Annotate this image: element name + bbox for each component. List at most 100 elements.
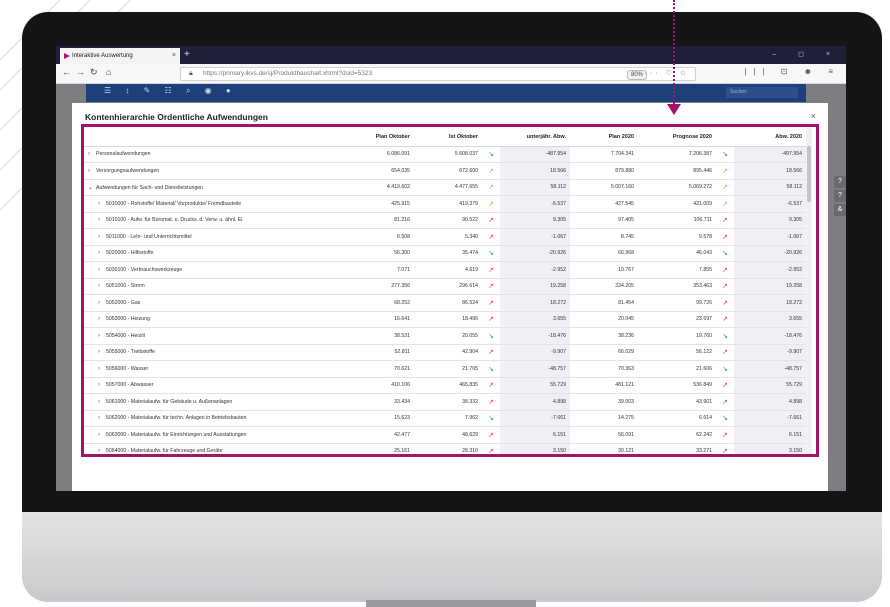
app-search-input[interactable]: Suchen xyxy=(726,87,798,98)
chevron-right-icon[interactable]: › xyxy=(98,382,106,388)
chevron-right-icon[interactable]: › xyxy=(88,151,96,157)
tab-close-icon[interactable]: × xyxy=(172,48,176,64)
chevron-right-icon[interactable]: › xyxy=(98,333,106,339)
trend-up-icon: ↗ xyxy=(482,294,500,312)
home-icon[interactable]: ⌂ xyxy=(106,67,111,77)
abw-year-cell: 18.272 xyxy=(734,294,806,312)
back-icon[interactable]: ← xyxy=(62,67,71,77)
chevron-right-icon[interactable]: › xyxy=(98,349,106,355)
side-tab-help-1[interactable]: ? xyxy=(834,176,846,188)
window-controls[interactable]: – ◻ × xyxy=(772,46,840,64)
account-name: 5051000 - Strom xyxy=(106,283,145,290)
table-row[interactable]: › 5055000 - Treibstoffe 52.811 42.904 ↗ -9.90… xyxy=(84,344,806,361)
table-row[interactable]: › 5056000 - Wasser 70.621 21.765 ↘ -48.757 70.… xyxy=(84,360,806,378)
new-tab-button[interactable]: + xyxy=(184,46,190,64)
close-icon[interactable]: × xyxy=(811,111,816,121)
column-header-unterjaehr-abw[interactable]: unterjähr. Abw. xyxy=(500,128,570,147)
table-row[interactable]: › 5010100 - Aufw. für Büromat. u. Drucks.… xyxy=(84,212,806,229)
chevron-right-icon[interactable]: › xyxy=(98,366,106,372)
column-header-prognose-2020[interactable]: Prognose 2020 xyxy=(638,128,716,147)
abw-year-cell: -20.926 xyxy=(734,245,806,262)
ist-cell: 5.340 xyxy=(414,228,482,246)
table-row[interactable]: › Personalaufwendungen 6.086.091 5.608.037 ↘… xyxy=(84,146,806,163)
column-header-plan-2020[interactable]: Plan 2020 xyxy=(570,128,638,147)
table-scrollbar[interactable] xyxy=(806,128,812,456)
column-header-plan-oktober[interactable]: Plan Oktober xyxy=(346,128,414,147)
ist-cell: 90.522 xyxy=(414,212,482,229)
table-row[interactable]: › 5052000 - Gas 68.252 86.524 ↗ 18.272 81.454 9… xyxy=(84,294,806,312)
table-row[interactable]: › 5062000 - Materialaufw. für techn. Anla… xyxy=(84,410,806,427)
scrollbar-thumb[interactable] xyxy=(807,146,811,202)
ist-cell: 18.496 xyxy=(414,311,482,328)
chevron-right-icon[interactable]: › xyxy=(98,432,106,438)
plan-cell: 425.915 xyxy=(346,195,414,213)
hierarchy-modal: Kontenhierarchie Ordentliche Aufwendunge… xyxy=(72,103,828,491)
ist-cell: 7.962 xyxy=(414,410,482,427)
chevron-right-icon[interactable]: › xyxy=(88,168,96,174)
plan-year-cell: 38.236 xyxy=(570,327,638,345)
chevron-down-icon[interactable]: ⌄ xyxy=(88,184,96,191)
chevron-right-icon[interactable]: › xyxy=(98,217,106,223)
table-row[interactable]: › 5053000 - Heizung 16.641 18.496 ↗ 3.655 20.0… xyxy=(84,311,806,328)
table-row[interactable]: › 5030100 - Verbrauchswerkzeuge 7.071 4.619… xyxy=(84,261,806,279)
table-row[interactable]: › 5051000 - Strom 277.356 296.614 ↗ 19.258 334… xyxy=(84,278,806,295)
url-actions-icons[interactable]: ··· ♡ ☆ xyxy=(645,68,689,80)
app-toolbar: ☰ ↕ ✎ ☷ ⌕ ◉ ● Suchen xyxy=(86,84,806,102)
plan-year-cell: 5.007.160 xyxy=(570,179,638,196)
modal-title: Kontenhierarchie Ordentliche Aufwendunge… xyxy=(85,112,268,122)
url-text: https://primary.ikvs.de/sj/Produkthausha… xyxy=(203,70,373,77)
reload-icon[interactable]: ↻ xyxy=(90,67,98,78)
forward-icon[interactable]: → xyxy=(76,67,85,77)
table-row[interactable]: › Versorgungsaufwendungen 654.035 672.600 ↗ 1… xyxy=(84,162,806,180)
trend-flat-icon: ↗ xyxy=(716,195,734,213)
account-name: 5052000 - Gas xyxy=(106,299,141,306)
chevron-right-icon[interactable]: › xyxy=(98,267,106,273)
app-toolbar-icons[interactable]: ☰ ↕ ✎ ☷ ⌕ ◉ ● xyxy=(104,86,237,96)
table-row[interactable]: › 5061000 - Materialaufw. für Gebäude u. … xyxy=(84,393,806,411)
trend-up-icon: ↗ xyxy=(482,377,500,394)
table-row[interactable]: › 5057000 - Abwasser 410.106 465.835 ↗ 55.729… xyxy=(84,377,806,394)
chevron-right-icon[interactable]: › xyxy=(98,448,106,454)
table-row[interactable]: › 5054000 - Heizöl 38.531 20.055 ↘ -18.476 38.… xyxy=(84,327,806,345)
column-header-ist-oktober[interactable]: Ist Oktober xyxy=(414,128,482,147)
side-tab-help-2[interactable]: ? xyxy=(834,190,846,202)
chevron-right-icon[interactable]: › xyxy=(98,250,106,256)
abw-cell: 9.305 xyxy=(500,212,570,229)
monitor-stand xyxy=(366,600,536,607)
trend-flat-icon: ↗ xyxy=(482,195,500,213)
table-row[interactable]: ⌄ Aufwendungen für Sach- und Dienstleistu… xyxy=(84,179,806,196)
url-bar[interactable]: 🔒︎ https://primary.ikvs.de/sj/Produkthau… xyxy=(180,67,696,81)
plan-year-cell: 97.405 xyxy=(570,212,638,229)
prognose-cell: 62.242 xyxy=(638,426,716,444)
chevron-right-icon[interactable]: › xyxy=(98,415,106,421)
chevron-right-icon[interactable]: › xyxy=(98,316,106,322)
ist-cell: 20.055 xyxy=(414,327,482,345)
trend-up-icon: ↗ xyxy=(482,278,500,295)
trend-up-icon: ↗ xyxy=(716,311,734,328)
table-row[interactable]: › 5020000 - Hilfsstoffe 56.300 35.474 ↘ -20.9… xyxy=(84,245,806,262)
chevron-right-icon[interactable]: › xyxy=(98,201,106,207)
abw-cell: 18.272 xyxy=(500,294,570,312)
side-tab-extra[interactable]: & xyxy=(834,204,846,216)
trend-up-icon: ↗ xyxy=(716,294,734,312)
table-row[interactable]: › 5064000 - Materialaufw. für Fahrzeuge u… xyxy=(84,443,806,456)
column-header-abw-2020[interactable]: Abw. 2020 xyxy=(734,128,806,147)
account-name: 5053000 - Heizung xyxy=(106,316,150,323)
plan-cell: 81.216 xyxy=(346,212,414,229)
chevron-right-icon[interactable]: › xyxy=(98,283,106,289)
table-row[interactable]: › 5011000 - Lehr- und Unterrichtsmittel 6.… xyxy=(84,228,806,246)
table-row[interactable]: › 5063000 - Materialaufw. für Einrichtung… xyxy=(84,426,806,444)
column-header-name[interactable] xyxy=(84,128,346,147)
chevron-right-icon[interactable]: › xyxy=(98,399,106,405)
browser-tab[interactable]: Interaktive Auswertung × xyxy=(60,48,180,64)
plan-cell: 16.641 xyxy=(346,311,414,328)
plan-year-cell: 427.545 xyxy=(570,195,638,213)
chevron-right-icon[interactable]: › xyxy=(98,300,106,306)
account-name-cell: › 5061000 - Materialaufw. für Gebäude u. … xyxy=(84,393,346,411)
trend-up-icon: ↗ xyxy=(716,228,734,246)
table-row[interactable]: › 5010000 - Rohstoffe/ Material/ Vorprodu… xyxy=(84,195,806,213)
browser-toolbar-icons[interactable]: ||| ⊡ ☻ ≡ xyxy=(744,67,840,76)
chevron-right-icon[interactable]: › xyxy=(98,234,106,240)
abw-year-cell: 3.655 xyxy=(734,311,806,328)
trend-up-icon: ↗ xyxy=(482,344,500,361)
